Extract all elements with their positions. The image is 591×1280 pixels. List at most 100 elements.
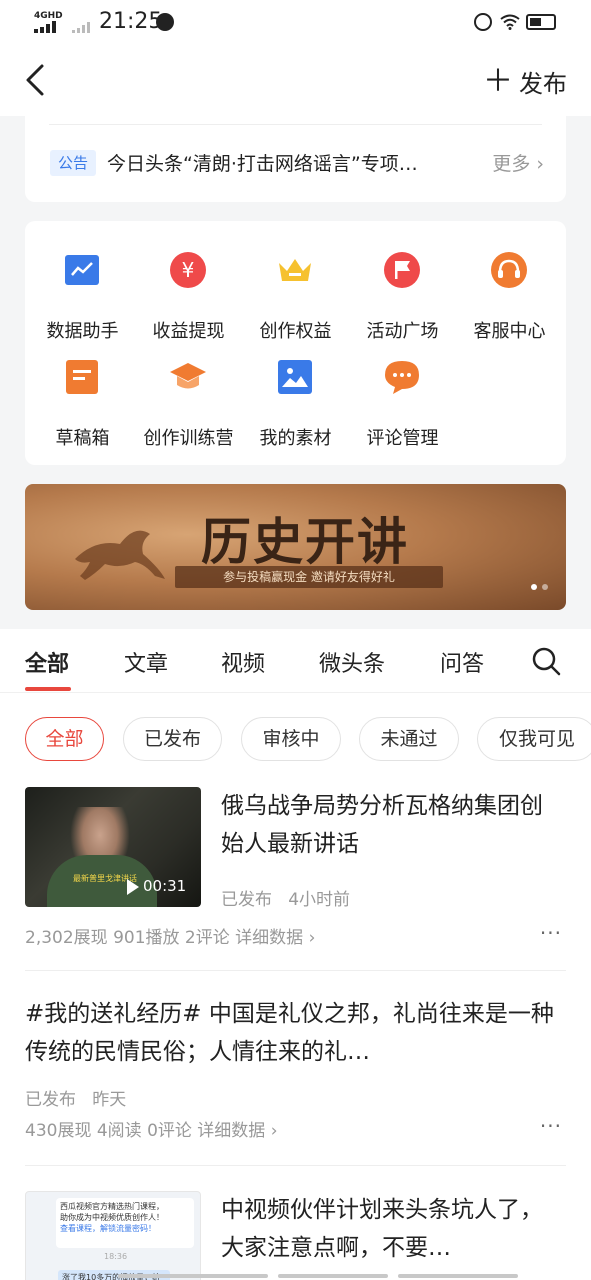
- more-options-button[interactable]: ···: [540, 921, 562, 945]
- status-filters: 全部 已发布 审核中 未通过 仅我可见: [25, 717, 591, 761]
- crown-icon: [279, 259, 311, 281]
- image-icon: [278, 360, 312, 394]
- play-icon: [127, 879, 139, 895]
- tool-label: 创作训练营: [143, 428, 234, 449]
- yuan-icon: ¥: [170, 252, 206, 288]
- image-thumbnail[interactable]: 西瓜视频官方精选热门课程， 助你成为中视频优质创作人！ 查看课程，解锁流量密码！…: [25, 1191, 201, 1280]
- bubble-line: 西瓜视频官方精选热门课程，: [60, 1202, 164, 1211]
- post-stats-text: 2,302展现 901播放 2评论 详细数据: [25, 928, 304, 948]
- alarm-icon: [474, 13, 492, 31]
- notice-more-link[interactable]: 更多 ›: [492, 149, 544, 176]
- tool-data-assistant[interactable]: 数据助手: [29, 237, 136, 342]
- promo-banner[interactable]: 历史开讲 参与投稿赢现金 邀请好友得好礼: [25, 484, 566, 610]
- divider: [25, 1165, 566, 1166]
- chevron-right-icon: ›: [308, 928, 316, 948]
- post-meta: 已发布 4小时前: [221, 885, 350, 910]
- tool-drafts[interactable]: 草稿箱: [29, 344, 136, 449]
- publish-label: 发布: [519, 70, 567, 98]
- tab-videos[interactable]: 视频: [221, 646, 265, 678]
- post-time: 4小时前: [288, 890, 351, 910]
- header: ＋ 发布: [0, 46, 591, 116]
- tool-label: 客服中心: [473, 321, 546, 342]
- chart-icon: [65, 255, 99, 285]
- banner-title: 历史开讲: [201, 512, 409, 571]
- post-status: 已发布: [221, 890, 272, 910]
- post-status: 已发布: [25, 1090, 76, 1110]
- post-stats-text: 430展现 4阅读 0评论 详细数据: [25, 1121, 266, 1141]
- tool-label: 数据助手: [46, 321, 119, 342]
- home-indicator: [118, 1274, 518, 1278]
- plus-icon: ＋: [483, 63, 513, 99]
- notice-text[interactable]: 今日头条“清朗·打击网络谣言”专项…: [107, 149, 477, 176]
- tool-training-camp[interactable]: 创作训练营: [135, 344, 242, 449]
- post-stats[interactable]: 2,302展现 901播放 2评论 详细数据 ›: [25, 923, 315, 948]
- graduation-cap-icon: [170, 363, 206, 389]
- search-icon[interactable]: [531, 646, 561, 676]
- post-title[interactable]: 中视频伙伴计划来头条坑人了，大家注意点啊，不要…: [221, 1191, 561, 1267]
- thumbnail-chat-bubble: 西瓜视频官方精选热门课程， 助你成为中视频优质创作人！ 查看课程，解锁流量密码！: [56, 1198, 194, 1248]
- comment-icon: [385, 361, 419, 394]
- network-type: 4GHD: [34, 11, 63, 21]
- svg-text:¥: ¥: [182, 258, 195, 282]
- post-title[interactable]: #我的送礼经历# 中国是礼仪之邦，礼尚往来是一种传统的民情民俗；人情往来的礼…: [25, 995, 561, 1071]
- post-time: 昨天: [92, 1090, 127, 1110]
- headset-icon: [491, 252, 527, 288]
- carousel-dots: [526, 575, 548, 594]
- post-stats[interactable]: 430展现 4阅读 0评论 详细数据 ›: [25, 1116, 278, 1141]
- notice-card[interactable]: 公告 今日头条“清朗·打击网络谣言”专项… 更多 ›: [25, 116, 566, 202]
- horse-illustration: [75, 530, 165, 580]
- wifi-icon: [500, 14, 520, 30]
- tool-comment-management[interactable]: 评论管理: [349, 344, 456, 449]
- filter-reviewing[interactable]: 审核中: [241, 717, 341, 761]
- bubble-line: 助你成为中视频优质创作人！: [60, 1213, 164, 1222]
- notification-icon: [156, 13, 174, 31]
- signal-secondary-icon: [72, 21, 94, 33]
- tool-customer-service[interactable]: 客服中心: [456, 237, 563, 342]
- banner-subtitle: 参与投稿赢现金 邀请好友得好礼: [175, 566, 443, 588]
- tool-creator-rights[interactable]: 创作权益: [242, 237, 349, 342]
- status-time: 21:25: [99, 9, 163, 34]
- divider: [25, 970, 566, 971]
- chevron-right-icon: ›: [270, 1121, 278, 1141]
- tool-my-materials[interactable]: 我的素材: [242, 344, 349, 449]
- tool-activity-plaza[interactable]: 活动广场: [349, 237, 456, 342]
- tools-grid: 数据助手 ¥ 收益提现 创作权益 活动广场 客服中心 草稿箱 创作训练营 我的素…: [25, 221, 566, 465]
- filter-rejected[interactable]: 未通过: [359, 717, 459, 761]
- notice-tag: 公告: [50, 150, 96, 176]
- more-options-button[interactable]: ···: [540, 1114, 562, 1138]
- more-label: 更多: [492, 153, 531, 175]
- post-title[interactable]: 俄乌战争局势分析瓦格纳集团创始人最新讲话: [221, 787, 561, 863]
- post-meta: 已发布 昨天: [25, 1085, 126, 1110]
- tab-qa[interactable]: 问答: [440, 646, 484, 678]
- list-item[interactable]: 西瓜视频官方精选热门课程， 助你成为中视频优质创作人！ 查看课程，解锁流量密码！…: [25, 1191, 566, 1280]
- list-item[interactable]: 最新普里戈津讲话 00:31 俄乌战争局势分析瓦格纳集团创始人最新讲话 已发布 …: [25, 787, 566, 948]
- filter-all[interactable]: 全部: [25, 717, 104, 761]
- tool-label: 草稿箱: [55, 428, 110, 449]
- tab-all[interactable]: 全部: [25, 646, 69, 678]
- flag-icon: [384, 252, 420, 288]
- divider: [49, 124, 542, 125]
- filter-private[interactable]: 仅我可见: [477, 717, 591, 761]
- tool-label: 收益提现: [152, 321, 225, 342]
- chevron-right-icon: ›: [536, 153, 544, 175]
- content-tabs: 全部 文章 视频 微头条 问答: [0, 629, 591, 693]
- tool-label: 活动广场: [366, 321, 439, 342]
- tab-micro-posts[interactable]: 微头条: [319, 646, 385, 678]
- status-bar: 4GHD 21:25: [0, 0, 591, 46]
- tool-earnings-withdraw[interactable]: ¥ 收益提现: [135, 237, 242, 342]
- back-button[interactable]: [18, 60, 58, 100]
- tab-articles[interactable]: 文章: [124, 646, 168, 678]
- filter-published[interactable]: 已发布: [123, 717, 222, 761]
- active-tab-indicator: [25, 687, 71, 691]
- tool-label: 评论管理: [366, 428, 439, 449]
- video-duration: 00:31: [143, 877, 187, 895]
- tool-label: 我的素材: [259, 428, 332, 449]
- publish-button[interactable]: ＋ 发布: [483, 64, 567, 99]
- thumbnail-time: 18:36: [104, 1252, 128, 1261]
- signal-icon: [34, 21, 62, 33]
- tool-label: 创作权益: [259, 321, 332, 342]
- bubble-link: 查看课程，解锁流量密码！: [60, 1224, 156, 1233]
- draft-icon: [66, 360, 98, 394]
- video-thumbnail[interactable]: 最新普里戈津讲话 00:31: [25, 787, 201, 907]
- list-item[interactable]: #我的送礼经历# 中国是礼仪之邦，礼尚往来是一种传统的民情民俗；人情往来的礼… …: [25, 995, 566, 1145]
